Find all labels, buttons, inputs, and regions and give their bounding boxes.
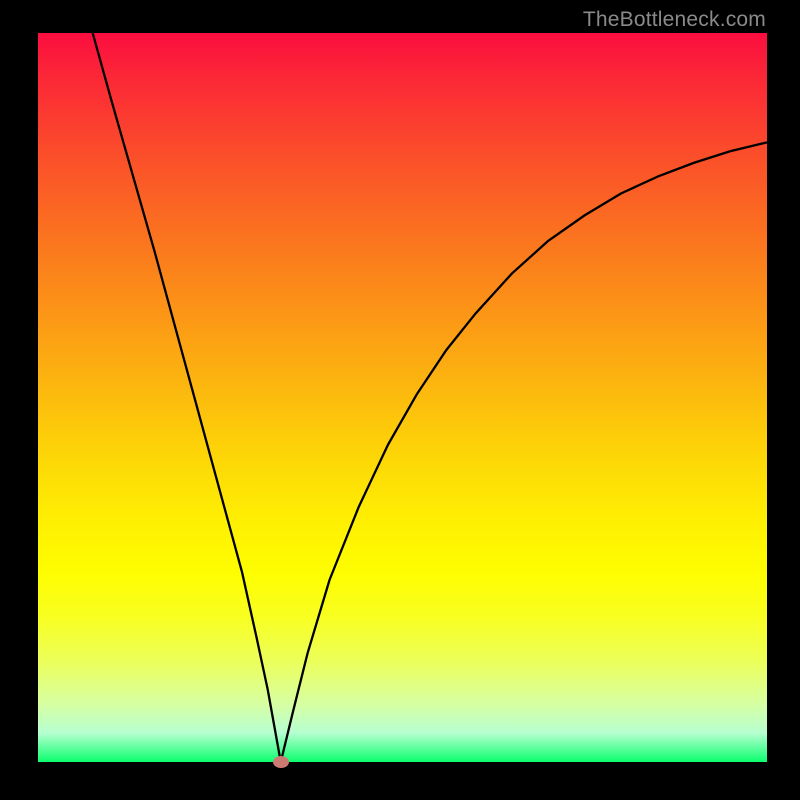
bottleneck-curve [38, 33, 767, 762]
chart-frame: TheBottleneck.com [0, 0, 800, 800]
optimum-marker [273, 756, 289, 768]
plot-area [38, 33, 767, 762]
watermark-text: TheBottleneck.com [583, 8, 766, 32]
